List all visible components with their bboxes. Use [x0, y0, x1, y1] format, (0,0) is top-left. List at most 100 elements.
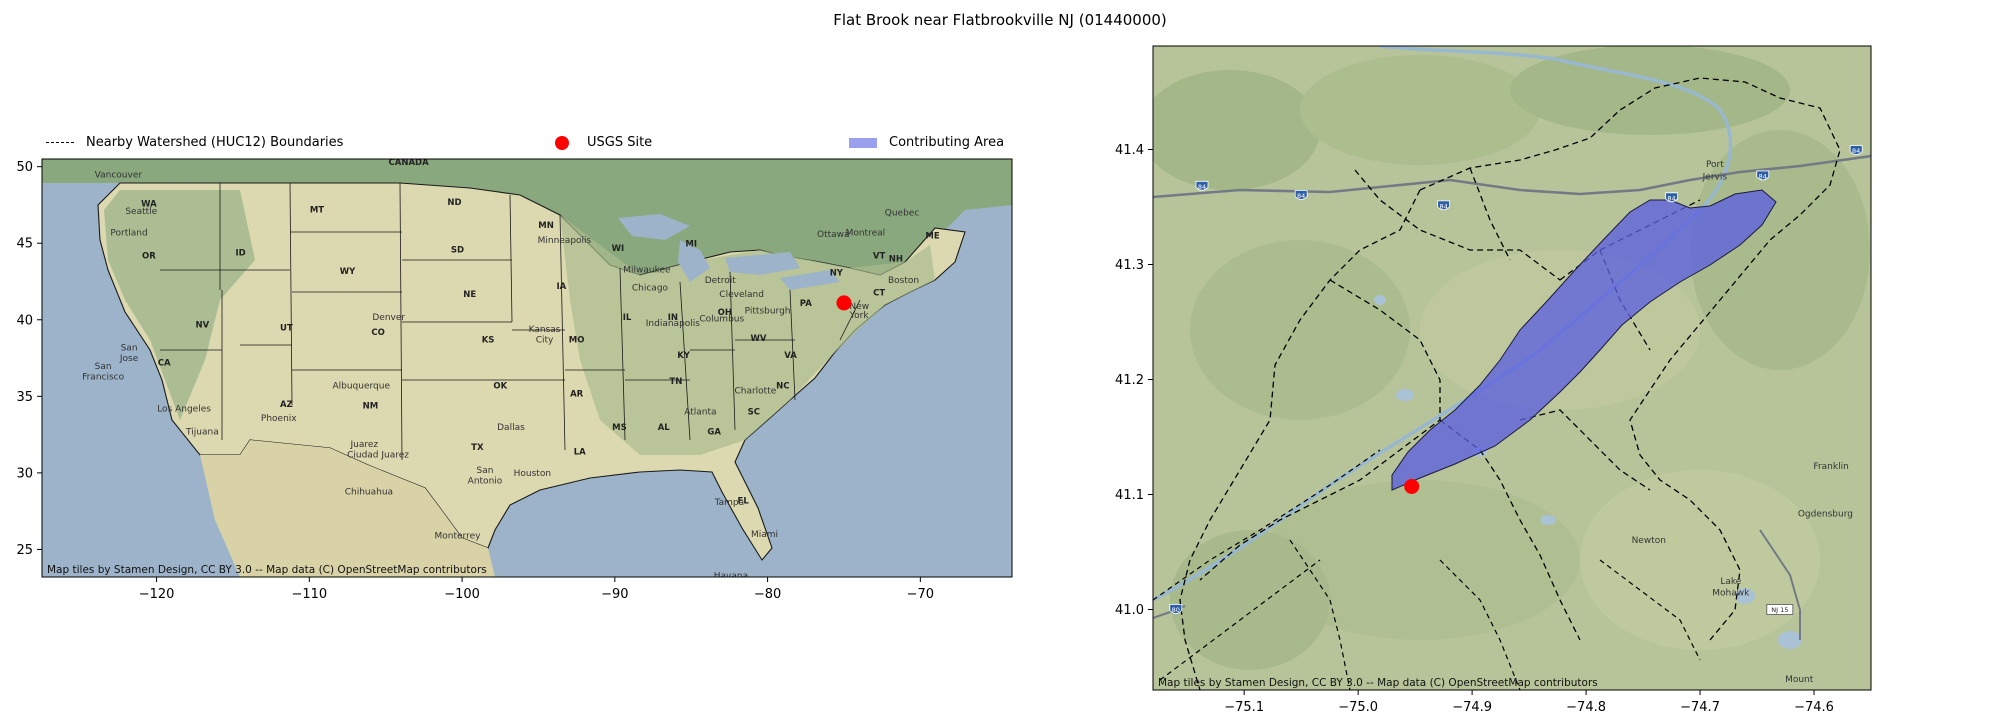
overview-y-tick-label: 35	[16, 390, 33, 405]
detail-x-tick-label: −75.1	[1224, 700, 1264, 715]
overview-place-label: NE	[463, 290, 476, 300]
overview-place-label: Quebec	[885, 209, 920, 219]
detail-map[interactable]: Port Jervis Franklin Ogdensburg Newton Lake Mo…	[1115, 45, 1872, 715]
overview-place-label: Miami	[751, 530, 778, 540]
detail-x-tick-label: −74.9	[1452, 700, 1492, 715]
detail-place-label: Port	[1706, 160, 1724, 170]
overview-place-label: IL	[623, 313, 632, 323]
overview-map-figure: CANADAVancouverWASeattlePortlandOR IDMTWY…	[16, 45, 1872, 715]
overview-place-label: CANADA	[389, 158, 430, 168]
overview-place-label: MO	[569, 336, 585, 346]
overview-place-label: Vancouver	[95, 170, 143, 180]
overview-x-tick-label: −100	[444, 587, 480, 602]
overview-x-tick-label: −80	[754, 587, 781, 602]
overview-x-tick-label: −70	[907, 587, 934, 602]
detail-x-tick-label: −75.0	[1338, 700, 1378, 715]
overview-x-tick-label: −120	[139, 587, 175, 602]
svg-text:84: 84	[1759, 172, 1767, 180]
overview-place-label: VA	[784, 351, 797, 361]
overview-place-label: SD	[451, 245, 464, 255]
overview-place-label: TN	[669, 377, 682, 387]
overview-place-label: CT	[873, 288, 885, 298]
overview-place-label: Monterrey	[435, 532, 482, 542]
overview-place-label: Ciudad Juarez	[347, 451, 409, 461]
overview-x-axis: −120 −110 −100 −90 −80 −70	[139, 577, 934, 602]
overview-place-label: Dallas	[497, 423, 525, 433]
overview-place-label: CO	[371, 328, 384, 338]
overview-place-label: VT	[873, 252, 886, 262]
overview-x-tick-label: −90	[601, 587, 628, 602]
overview-place-label: WV	[750, 334, 766, 344]
detail-y-axis: 41.0 41.1 41.2 41.3 41.4	[1115, 143, 1153, 618]
overview-place-label: Tijuana	[185, 428, 219, 438]
overview-y-tick-label: 25	[16, 543, 33, 558]
overview-place-label: Pittsburgh	[745, 307, 791, 317]
overview-place-label: ME	[925, 232, 939, 242]
overview-place-label: LA	[574, 448, 586, 458]
overview-place-label: Chihuahua	[345, 487, 393, 497]
overview-y-axis: 25 30 35 40 45 50	[16, 160, 42, 558]
overview-place-label: AZ	[280, 400, 293, 410]
overview-place-label: San	[121, 343, 138, 353]
overview-place-label: Denver	[372, 313, 405, 323]
overview-y-tick-label: 30	[16, 466, 33, 481]
detail-y-tick-label: 41.0	[1115, 603, 1144, 618]
overview-place-label: NY	[830, 268, 844, 278]
detail-x-axis: −75.1 −75.0 −74.9 −74.8 −74.7 −74.6	[1224, 690, 1834, 715]
overview-place-label: Portland	[110, 229, 147, 239]
overview-y-tick-label: 45	[16, 237, 33, 252]
map-credit: Map tiles by Stamen Design, CC BY 3.0 --…	[47, 564, 487, 576]
overview-place-label: Antonio	[468, 477, 503, 487]
overview-place-label: MI	[685, 239, 697, 249]
overview-place-label: OR	[142, 252, 156, 262]
overview-place-label: ND	[447, 198, 461, 208]
overview-place-label: NM	[363, 402, 379, 412]
overview-place-label: Boston	[888, 276, 919, 286]
overview-place-label: AR	[570, 389, 584, 399]
svg-text:84: 84	[1297, 192, 1305, 200]
detail-place-label: Mount	[1785, 675, 1814, 685]
overview-place-label: KS	[482, 336, 495, 346]
overview-place-label: ID	[235, 248, 245, 258]
usgs-site-marker-detail[interactable]	[1404, 478, 1420, 494]
overview-place-label: WI	[612, 244, 625, 254]
overview-place-label: CA	[158, 359, 171, 369]
detail-x-tick-label: −74.8	[1566, 700, 1606, 715]
overview-map[interactable]: CANADAVancouverWASeattlePortlandOR IDMTWY…	[16, 158, 1013, 602]
detail-place-label: Mohawk	[1712, 589, 1750, 599]
overview-place-label: MS	[612, 423, 627, 433]
detail-place-label: Franklin	[1813, 462, 1848, 472]
usgs-site-marker[interactable]	[836, 295, 852, 311]
overview-place-label: NC	[776, 382, 789, 392]
overview-place-label: Columbus	[699, 314, 744, 324]
overview-y-tick-label: 40	[16, 313, 33, 328]
overview-place-label: PA	[800, 299, 812, 309]
overview-place-label: Detroit	[705, 276, 737, 286]
detail-place-label: Newton	[1632, 536, 1666, 546]
overview-y-tick-label: 50	[16, 160, 33, 175]
overview-place-label: Juarez	[349, 440, 378, 450]
overview-place-label: Jose	[119, 354, 139, 364]
overview-place-label: Kansas	[529, 325, 561, 335]
svg-text:84: 84	[1439, 202, 1447, 210]
overview-place-label: City	[536, 336, 554, 346]
overview-place-label: WY	[340, 267, 356, 277]
overview-place-label: SC	[748, 408, 760, 418]
overview-place-label: AL	[658, 423, 671, 433]
detail-y-tick-label: 41.3	[1115, 258, 1144, 273]
overview-place-label: Chicago	[632, 284, 669, 294]
overview-place-label: Phoenix	[261, 414, 297, 424]
overview-place-label: IA	[556, 282, 566, 292]
overview-place-label: OK	[493, 382, 507, 392]
detail-map-credit: Map tiles by Stamen Design, CC BY 3.0 --…	[1158, 677, 1598, 689]
overview-place-label: San	[95, 362, 112, 372]
svg-text:NJ 15: NJ 15	[1771, 606, 1788, 614]
overview-x-tick-label: −110	[291, 587, 327, 602]
detail-y-tick-label: 41.1	[1115, 488, 1144, 503]
overview-place-label: Tampa	[714, 498, 745, 508]
overview-place-label: Seattle	[125, 207, 157, 217]
overview-place-label: Francisco	[82, 372, 125, 382]
overview-place-label: MT	[310, 206, 324, 216]
overview-place-label: Atlanta	[684, 408, 716, 418]
overview-place-label: NH	[889, 255, 903, 265]
